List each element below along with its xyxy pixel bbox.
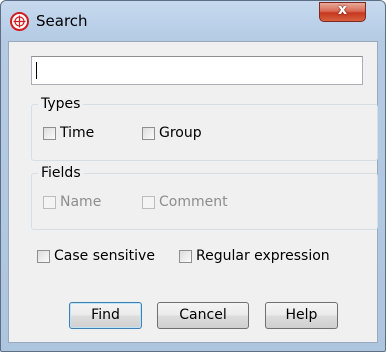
group-checkbox[interactable]: Group <box>142 125 202 141</box>
regular-expression-checkbox[interactable]: Regular expression <box>179 248 330 264</box>
search-dialog: Search x Types Time Group Fields Name Co… <box>0 0 386 352</box>
fields-group: Fields Name Comment <box>31 165 378 230</box>
text-caret <box>36 62 37 79</box>
checkbox-box[interactable] <box>179 249 192 263</box>
comment-checkbox-label: Comment <box>159 194 228 210</box>
checkbox-box[interactable] <box>43 126 56 140</box>
fields-group-title: Fields <box>38 165 84 181</box>
help-button[interactable]: Help <box>265 302 338 329</box>
name-checkbox: Name <box>43 194 101 210</box>
find-button[interactable]: Find <box>69 302 142 329</box>
time-checkbox[interactable]: Time <box>43 125 94 141</box>
checkbox-box <box>43 195 56 209</box>
target-globe-icon <box>10 12 29 31</box>
case-sensitive-label: Case sensitive <box>54 248 155 264</box>
window-title: Search <box>36 12 88 30</box>
title-bar[interactable]: Search x <box>1 1 385 41</box>
types-group-title: Types <box>38 96 84 112</box>
checkbox-box <box>142 195 155 209</box>
close-icon: x <box>337 2 348 18</box>
name-checkbox-label: Name <box>60 194 102 210</box>
cancel-button[interactable]: Cancel <box>157 302 249 329</box>
close-button[interactable]: x <box>319 2 366 22</box>
checkbox-box[interactable] <box>142 126 155 140</box>
comment-checkbox: Comment <box>142 194 228 210</box>
search-input[interactable] <box>31 56 363 85</box>
checkbox-box[interactable] <box>37 249 50 263</box>
time-checkbox-label: Time <box>60 125 95 141</box>
group-checkbox-label: Group <box>159 125 202 141</box>
types-group: Types Time Group <box>31 96 378 161</box>
case-sensitive-checkbox[interactable]: Case sensitive <box>37 248 155 264</box>
regular-expression-label: Regular expression <box>196 248 330 264</box>
dialog-body: Types Time Group Fields Name Comment Cas… <box>8 41 378 343</box>
